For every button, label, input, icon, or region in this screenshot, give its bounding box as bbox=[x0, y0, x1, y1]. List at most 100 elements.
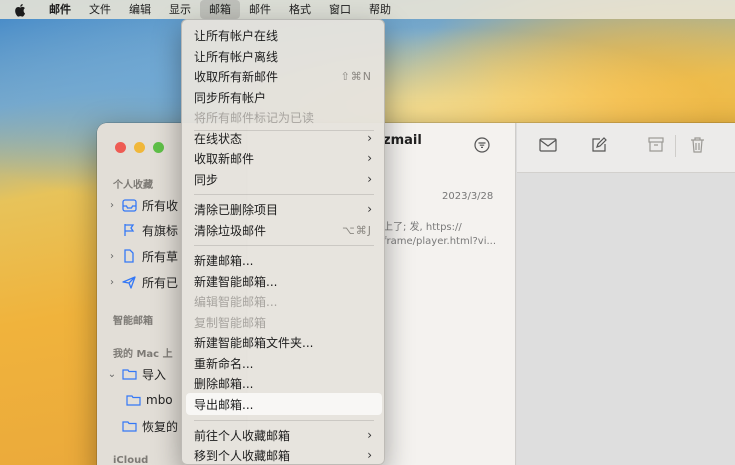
menu-item-label: 新建邮箱... bbox=[194, 253, 254, 268]
menu-separator bbox=[194, 420, 374, 421]
menu-item-label: 让所有帐户离线 bbox=[194, 49, 279, 64]
sidebar-item-all-drafts[interactable]: › 所有草 bbox=[107, 246, 178, 266]
menu-item-delete-mailbox[interactable]: 删除邮箱... bbox=[186, 373, 382, 393]
folder-icon bbox=[125, 392, 141, 408]
menubar-format[interactable]: 格式 bbox=[280, 0, 320, 19]
sidebar-item-all-inboxes[interactable]: › 所有收 bbox=[107, 195, 178, 215]
reading-pane bbox=[517, 123, 735, 465]
menu-item-label: 复制智能邮箱 bbox=[194, 315, 267, 330]
submenu-arrow-icon: › bbox=[367, 448, 372, 462]
favorites-header: 个人收藏 bbox=[113, 180, 153, 191]
sidebar-item-import[interactable]: ⌄ 导入 bbox=[107, 364, 166, 384]
menu-item-label: 同步 bbox=[194, 172, 219, 187]
menubar-edit[interactable]: 编辑 bbox=[120, 0, 160, 19]
document-icon bbox=[121, 248, 137, 264]
chevron-right-icon[interactable]: › bbox=[107, 200, 117, 211]
menu-item-edit-smart-mailbox: 编辑智能邮箱... bbox=[186, 291, 382, 311]
message-date: 2023/3/28 bbox=[442, 191, 494, 202]
menu-item-rename[interactable]: 重新命名... bbox=[186, 353, 382, 373]
window-controls bbox=[115, 142, 164, 153]
sidebar-item-all-sent[interactable]: › 所有已 bbox=[107, 272, 178, 292]
menubar-window[interactable]: 窗口 bbox=[320, 0, 360, 19]
sidebar-item-recovered[interactable]: 恢复的 bbox=[107, 416, 178, 436]
sidebar-item-label: 所有已 bbox=[142, 275, 179, 290]
keyboard-shortcut: ⇧⌘N bbox=[340, 69, 372, 83]
apple-icon[interactable] bbox=[14, 3, 28, 17]
chevron-right-icon[interactable]: › bbox=[107, 251, 117, 262]
sidebar-item-label: 所有收 bbox=[142, 198, 179, 213]
menu-item-erase-deleted[interactable]: 清除已删除项目 › bbox=[186, 199, 382, 219]
menu-item-take-all-offline[interactable]: 让所有帐户离线 bbox=[186, 46, 382, 66]
menubar-file[interactable]: 文件 bbox=[80, 0, 120, 19]
folder-icon bbox=[121, 418, 137, 434]
sidebar-item-flagged[interactable]: 有旗标 bbox=[107, 220, 178, 240]
flag-icon bbox=[121, 222, 137, 238]
submenu-arrow-icon: › bbox=[367, 151, 372, 165]
zoom-button[interactable] bbox=[153, 142, 164, 153]
sent-icon bbox=[121, 274, 137, 290]
sidebar-item-label: 有旗标 bbox=[142, 223, 179, 238]
menubar-mailbox[interactable]: 邮箱 bbox=[200, 0, 240, 19]
menu-item-label: 重新命名... bbox=[194, 356, 254, 371]
toolbar bbox=[517, 123, 735, 173]
menu-item-label: 移到个人收藏邮箱 bbox=[194, 448, 291, 463]
menu-item-label: 新建智能邮箱... bbox=[194, 274, 278, 289]
menubar-help[interactable]: 帮助 bbox=[360, 0, 400, 19]
menu-item-label: 收取新邮件 bbox=[194, 151, 255, 166]
menu-item-sync-all-accounts[interactable]: 同步所有帐户 bbox=[186, 87, 382, 107]
menu-item-synchronize[interactable]: 同步 › bbox=[186, 169, 382, 189]
sidebar-item-label: 导入 bbox=[142, 367, 167, 382]
menu-bar: 邮件 文件 编辑 显示 邮箱 邮件 格式 窗口 帮助 bbox=[0, 0, 735, 19]
menu-item-online-status[interactable]: 在线状态 › bbox=[186, 128, 382, 148]
menubar-app-mail[interactable]: 邮件 bbox=[40, 0, 80, 19]
submenu-arrow-icon: › bbox=[367, 428, 372, 442]
menubar-view[interactable]: 显示 bbox=[160, 0, 200, 19]
sidebar-item-mbox[interactable]: mbo bbox=[121, 390, 173, 410]
menu-item-get-all-new-mail[interactable]: 收取所有新邮件 ⇧⌘N bbox=[186, 66, 382, 86]
chevron-down-icon[interactable]: ⌄ bbox=[107, 369, 117, 380]
menu-item-duplicate-smart-mailbox: 复制智能邮箱 bbox=[186, 312, 382, 332]
menu-item-label: 新建智能邮箱文件夹... bbox=[194, 335, 314, 350]
archive-icon[interactable] bbox=[648, 137, 664, 156]
icloud-header: iCloud bbox=[113, 455, 149, 465]
smart-mailboxes-header: 智能邮箱 bbox=[113, 316, 153, 327]
menu-item-label: 删除邮箱... bbox=[194, 376, 254, 391]
mailbox-title: zmail bbox=[383, 133, 422, 148]
menu-separator bbox=[194, 194, 374, 195]
menu-item-new-mailbox[interactable]: 新建邮箱... bbox=[186, 250, 382, 270]
toolbar-divider bbox=[675, 135, 676, 157]
menu-item-new-smart-mailbox[interactable]: 新建智能邮箱... bbox=[186, 271, 382, 291]
menu-item-label: 编辑智能邮箱... bbox=[194, 294, 278, 309]
submenu-arrow-icon: › bbox=[367, 172, 372, 186]
menu-item-label: 导出邮箱... bbox=[194, 397, 254, 412]
compose-icon[interactable] bbox=[591, 137, 607, 157]
sidebar-item-label: 所有草 bbox=[142, 249, 179, 264]
menu-item-label: 清除已删除项目 bbox=[194, 202, 279, 217]
message-snippet: 上了; 发, https:// frame/player.html?vi... bbox=[383, 222, 497, 247]
inbox-icon bbox=[121, 197, 137, 213]
filter-icon[interactable] bbox=[474, 137, 490, 157]
on-my-mac-header: 我的 Mac 上 bbox=[113, 349, 173, 360]
menubar-message[interactable]: 邮件 bbox=[240, 0, 280, 19]
menu-item-label: 让所有帐户在线 bbox=[194, 28, 279, 43]
menu-item-new-smart-mailbox-folder[interactable]: 新建智能邮箱文件夹... bbox=[186, 332, 382, 352]
mailbox-menu: 让所有帐户在线 让所有帐户离线 收取所有新邮件 ⇧⌘N 同步所有帐户 将所有邮件… bbox=[181, 19, 385, 465]
menu-item-label: 在线状态 bbox=[194, 131, 243, 146]
menu-item-export-mailbox[interactable]: 导出邮箱... bbox=[186, 393, 382, 415]
trash-icon[interactable] bbox=[690, 137, 705, 157]
submenu-arrow-icon: › bbox=[367, 131, 372, 145]
folder-icon bbox=[121, 366, 137, 382]
menu-item-erase-junk[interactable]: 清除垃圾邮件 ⌥⌘J bbox=[186, 220, 382, 240]
sidebar-item-label: 恢复的 bbox=[142, 419, 179, 434]
menu-item-take-all-online[interactable]: 让所有帐户在线 bbox=[186, 25, 382, 45]
menu-item-label: 同步所有帐户 bbox=[194, 90, 267, 105]
envelope-icon[interactable] bbox=[539, 137, 557, 156]
chevron-right-icon[interactable]: › bbox=[107, 277, 117, 288]
menu-item-move-to-favorite[interactable]: 移到个人收藏邮箱 › bbox=[186, 445, 382, 465]
menu-item-get-new-mail[interactable]: 收取新邮件 › bbox=[186, 148, 382, 168]
close-button[interactable] bbox=[115, 142, 126, 153]
menu-item-go-to-favorite[interactable]: 前往个人收藏邮箱 › bbox=[186, 425, 382, 445]
sidebar-item-label: mbo bbox=[146, 393, 173, 407]
minimize-button[interactable] bbox=[134, 142, 145, 153]
keyboard-shortcut: ⌥⌘J bbox=[342, 223, 372, 237]
